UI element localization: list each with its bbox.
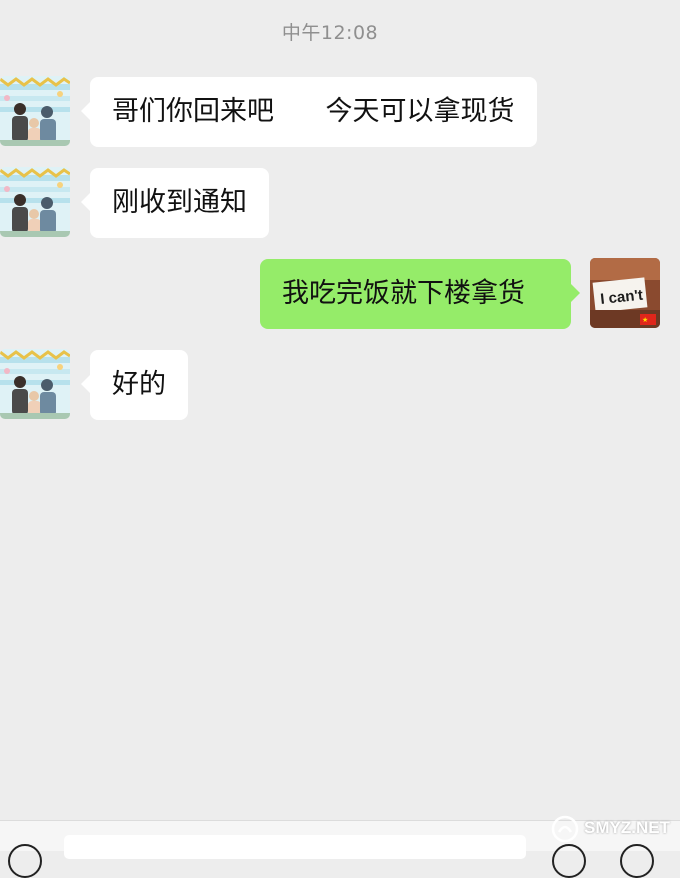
contact-avatar-icon[interactable]	[0, 349, 70, 419]
voice-toggle-icon[interactable]	[8, 844, 42, 878]
message-row-incoming: 好的	[0, 349, 680, 421]
plus-icon[interactable]	[620, 844, 654, 878]
message-input[interactable]	[64, 835, 526, 859]
message-row-incoming: 哥们你回来吧 今天可以拿现货	[0, 76, 680, 148]
incoming-message-bubble[interactable]: 好的	[81, 350, 188, 420]
contact-avatar-icon[interactable]	[0, 167, 70, 237]
incoming-message-bubble[interactable]: 刚收到通知	[81, 168, 269, 238]
outgoing-message-bubble[interactable]: 我吃完饭就下楼拿货	[260, 259, 580, 329]
emoji-icon[interactable]	[552, 844, 586, 878]
chat-timestamp: 中午12:08	[281, 22, 379, 44]
svg-text:★: ★	[642, 316, 648, 324]
contact-avatar-icon[interactable]	[0, 76, 70, 146]
my-avatar-icon[interactable]: I can't ★	[590, 258, 660, 328]
watermark-text: SMYZ.NET	[584, 818, 670, 837]
message-row-incoming: 刚收到通知	[0, 167, 680, 239]
message-row-outgoing: 我吃完饭就下楼拿货 I can't ★	[0, 258, 680, 330]
incoming-message-bubble[interactable]: 哥们你回来吧 今天可以拿现货	[81, 77, 537, 147]
site-watermark: SMYZ.NET	[550, 812, 676, 846]
watermark-logo-icon	[551, 815, 579, 843]
